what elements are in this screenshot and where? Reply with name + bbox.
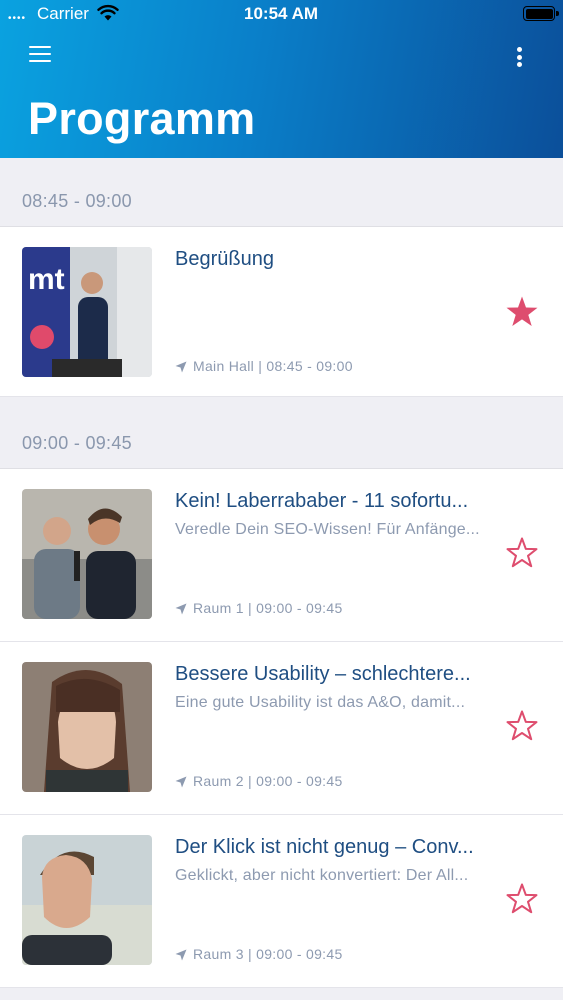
status-time: 10:54 AM [244,4,319,23]
session-description: Geklickt, aber nicht konvertiert: Der Al… [175,867,469,884]
hamburger-menu-icon[interactable] [29,46,53,66]
session-card[interactable]: mt Begrüßung Main Hall | 08:45 - 09:00 [0,227,563,397]
location-arrow-icon [175,603,187,615]
svg-text:mt: mt [28,263,65,296]
schedule-list: 08:45 - 09:00 mt Begrüßung Main Hall | 0… [0,158,563,1000]
time-slot-header: 08:45 - 09:00 [0,158,563,227]
carrier-name: Carrier [37,4,89,23]
session-location: Raum 2 | 09:00 - 09:45 [175,773,343,789]
session-title: Kein! Laberrababer - 11 sofortu... [175,490,469,512]
wifi-icon [97,4,119,21]
location-arrow-icon [175,776,187,788]
time-slot-label: 08:45 - 09:00 [22,191,132,211]
session-meta-text: Main Hall | 08:45 - 09:00 [193,358,353,374]
session-card[interactable]: Der Klick ist nicht genug – Conv... Gekl… [0,815,563,988]
session-description: Veredle Dein SEO-Wissen! Für Anfänge... [175,521,480,538]
favorite-star-outline-icon[interactable] [504,881,540,917]
session-meta-text: Raum 1 | 09:00 - 09:45 [193,600,343,616]
speaker-photo: mt [22,247,152,377]
session-title: Der Klick ist nicht genug – Conv... [175,836,474,858]
session-location: Raum 3 | 09:00 - 09:45 [175,946,343,962]
session-card[interactable]: Kein! Laberrababer - 11 sofortu... Vered… [0,469,563,642]
session-title: Bessere Usability – schlechtere... [175,663,471,685]
speaker-photo [22,489,152,619]
speaker-photo [22,835,152,965]
favorite-star-outline-icon[interactable] [504,708,540,744]
battery-icon [523,6,559,21]
session-meta-text: Raum 2 | 09:00 - 09:45 [193,773,343,789]
list-footer [0,988,563,1000]
favorite-star-outline-icon[interactable] [504,535,540,571]
status-bar: •••• Carrier 10:54 AM [0,0,563,28]
location-arrow-icon [175,949,187,961]
location-arrow-icon [175,361,187,373]
session-location: Main Hall | 08:45 - 09:00 [175,358,353,374]
page-title: Programm [28,93,256,144]
time-slot-header: 09:00 - 09:45 [0,397,563,469]
session-title: Begrüßung [175,248,274,270]
app-header: •••• Carrier 10:54 AM Programm [0,0,563,158]
favorite-star-filled-icon[interactable] [504,294,540,330]
session-location: Raum 1 | 09:00 - 09:45 [175,600,343,616]
session-meta-text: Raum 3 | 09:00 - 09:45 [193,946,343,962]
speaker-photo [22,662,152,792]
session-description: Eine gute Usability ist das A&O, damit..… [175,694,466,711]
time-slot-label: 09:00 - 09:45 [22,433,132,453]
signal-strength-icon: •••• [8,13,27,24]
session-card[interactable]: Bessere Usability – schlechtere... Eine … [0,642,563,815]
more-vertical-icon[interactable] [506,44,532,70]
